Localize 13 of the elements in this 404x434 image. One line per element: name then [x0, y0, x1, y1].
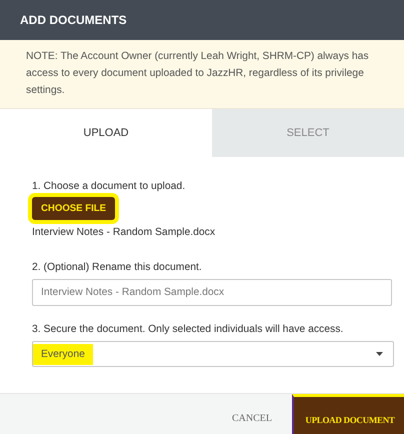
rename-field[interactable]: Interview Notes - Random Sample.docx — [32, 279, 392, 306]
upload-document-button[interactable]: UPLOAD DOCUMENT — [292, 394, 404, 434]
caret-icon — [376, 352, 383, 356]
note-banner: NOTE: The Account Owner (currently Leah Wright, SHRM-CP) always has access to every document uploaded to JazzHR, regardless of its privilege settings. — [0, 40, 404, 109]
access-dropdown[interactable]: Everyone — [32, 341, 394, 367]
choose-file-button[interactable]: CHOOSE FILE — [32, 197, 116, 220]
file-name: Interview Notes - Random Sample.docx — [32, 227, 216, 238]
step-label: 1. Choose a document to upload. — [32, 181, 186, 192]
step-label: 2. (Optional) Rename this document. — [32, 262, 203, 273]
dropdown-value: Everyone — [33, 344, 93, 364]
dialog-title: ADD DOCUMENTS — [20, 13, 127, 27]
step-label: 3. Secure the document. Only selected individuals will have access. — [32, 324, 344, 335]
cancel-button[interactable]: CANCEL — [212, 402, 292, 434]
